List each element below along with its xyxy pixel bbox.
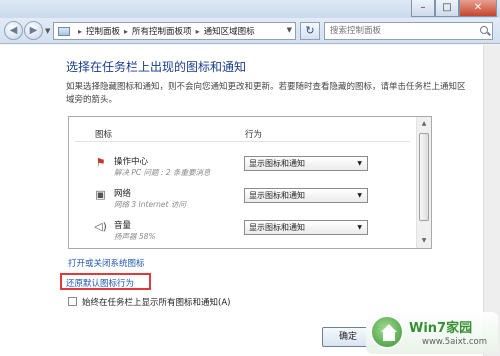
window-scrollbar[interactable] — [483, 45, 500, 356]
window-controls: – □ ✕ — [411, 0, 497, 17]
item-status: 网络 3 Internet 访问 — [114, 200, 186, 209]
system-icons-link[interactable]: 打开或关闭系统图标 — [68, 257, 145, 269]
behavior-value: 显示图标和通知 — [249, 191, 305, 200]
refresh-button[interactable]: ↻ — [300, 22, 320, 40]
speaker-icon: ◁) — [94, 220, 107, 233]
watermark-url: www.5aixt.com — [422, 337, 487, 347]
scroll-up-icon[interactable]: ▲ — [417, 117, 431, 131]
behavior-select[interactable]: 显示图标和通知 ▼ — [244, 220, 368, 235]
chevron-down-icon: ▼ — [357, 160, 362, 167]
icon-list-panel: 图标 行为 ⚑ 操作中心 解决 PC 问题 : 2 条重要消息 显示图标和通知 … — [68, 116, 432, 249]
item-name: 音量 — [114, 221, 132, 231]
item-status: 解决 PC 问题 : 2 条重要消息 — [114, 168, 211, 177]
behavior-value: 显示图标和通知 — [249, 223, 305, 232]
close-button[interactable]: ✕ — [459, 0, 497, 17]
minimize-button[interactable]: – — [411, 0, 435, 17]
behavior-value: 显示图标和通知 — [249, 159, 305, 168]
recent-pages-dropdown-icon[interactable]: ▼ — [45, 27, 50, 35]
search-icon[interactable] — [480, 26, 488, 34]
watermark-title: Win7家园 — [409, 321, 473, 336]
restore-default-link[interactable]: 还原默认图标行为 — [66, 277, 134, 289]
behavior-column-header: 行为 — [245, 130, 263, 140]
checkbox-label[interactable]: 始终在任务栏上显示所有图标和通知(A) — [82, 296, 230, 308]
scroll-down-icon[interactable]: ▼ — [417, 234, 431, 248]
behavior-select[interactable]: 显示图标和通知 ▼ — [244, 156, 368, 171]
address-dropdown-icon[interactable]: ▼ — [287, 26, 292, 34]
item-name: 网络 — [114, 189, 132, 199]
watermark-logo: Win7家园 www.5aixt.com — [366, 312, 498, 354]
scroll-thumb[interactable] — [419, 133, 429, 221]
breadcrumb-separator-icon: ▸ — [124, 26, 129, 36]
list-item: ◁) 音量 扬声器 58% 显示图标和通知 ▼ — [69, 217, 414, 248]
chevron-down-icon: ▼ — [357, 192, 362, 199]
behavior-select[interactable]: 显示图标和通知 ▼ — [244, 188, 368, 203]
icon-column-header: 图标 — [95, 130, 113, 140]
list-item: ▣ 网络 网络 3 Internet 访问 显示图标和通知 ▼ — [69, 185, 414, 217]
show-all-icons-checkbox[interactable] — [68, 297, 77, 306]
page-description: 如果选择隐藏图标和通知，则不会向您通知更改和更新。若要随时查看隐藏的图标，请单击… — [66, 82, 466, 105]
item-status: 扬声器 58% — [114, 232, 156, 241]
action-center-flag-icon: ⚑ — [95, 156, 106, 169]
page-title: 选择在任务栏上出现的图标和通知 — [66, 60, 247, 74]
control-panel-folder-icon — [58, 26, 70, 36]
maximize-button[interactable]: □ — [435, 0, 459, 17]
list-item: ⚑ 操作中心 解决 PC 问题 : 2 条重要消息 显示图标和通知 ▼ — [69, 153, 414, 185]
network-icon: ▣ — [95, 188, 106, 201]
address-bar[interactable]: ▸ 控制面板 ▸ 所有控制面板项 ▸ 通知区域图标 ▼ — [53, 22, 296, 40]
chevron-down-icon: ▼ — [357, 224, 362, 231]
item-name: 操作中心 — [114, 157, 149, 167]
search-input[interactable] — [324, 22, 493, 40]
header-divider — [75, 141, 410, 142]
breadcrumb-separator-icon: ▸ — [195, 26, 200, 36]
navigation-bar: ◀ ▶ ▼ ▸ 控制面板 ▸ 所有控制面板项 ▸ 通知区域图标 ▼ ↻ — [0, 18, 500, 44]
forward-button[interactable]: ▶ — [24, 21, 43, 40]
back-button[interactable]: ◀ — [4, 21, 23, 40]
panel-scrollbar[interactable]: ▲ ▼ — [416, 117, 431, 248]
breadcrumb-item[interactable]: 所有控制面板项 — [132, 25, 192, 37]
house-logo-icon — [370, 315, 404, 349]
breadcrumb-item[interactable]: 控制面板 — [86, 25, 120, 37]
breadcrumb-item[interactable]: 通知区域图标 — [204, 25, 255, 37]
breadcrumb-separator-icon: ▸ — [78, 26, 83, 36]
content-area: 选择在任务栏上出现的图标和通知 如果选择隐藏图标和通知，则不会向您通知更改和更新… — [0, 45, 500, 356]
